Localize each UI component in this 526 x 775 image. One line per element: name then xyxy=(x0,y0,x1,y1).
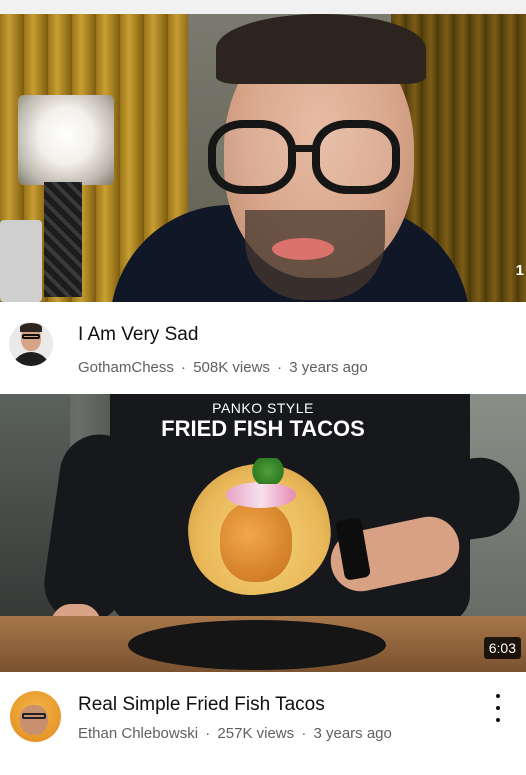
thumbnail-glasses-right xyxy=(312,120,400,194)
view-count: 508K views xyxy=(193,359,270,376)
video-meta-1: I Am Very Sad GothamChess · 508K views ·… xyxy=(0,302,526,394)
duration-badge: 6:03 xyxy=(483,637,521,659)
view-count: 257K views xyxy=(217,725,295,742)
thumbnail-slaw xyxy=(226,482,296,508)
video-feed: 1 I Am Very Sad GothamChess · 508K views… xyxy=(0,0,526,775)
thumbnail-fried-fish xyxy=(220,502,292,582)
video-title[interactable]: Real Simple Fried Fish Tacos xyxy=(78,694,325,716)
separator-dot: · xyxy=(181,359,187,376)
video-meta-2: Real Simple Fried Fish Tacos Ethan Chleb… xyxy=(0,672,526,775)
channel-avatar-ethan-chlebowski[interactable] xyxy=(10,691,61,742)
thumbnail-corner-text: 1 xyxy=(515,262,524,279)
thumbnail-top-band xyxy=(0,0,526,14)
upload-age: 3 years ago xyxy=(313,725,392,742)
thumbnail-lamp-shade xyxy=(18,95,114,185)
upload-age: 3 years ago xyxy=(289,359,368,376)
video-title[interactable]: I Am Very Sad xyxy=(78,324,198,346)
channel-avatar-gothamchess[interactable] xyxy=(9,322,53,366)
separator-dot: · xyxy=(205,725,211,742)
thumbnail-lamp-base xyxy=(44,182,82,297)
video-thumbnail-1[interactable]: 1 xyxy=(0,0,526,302)
thumbnail-glasses-bridge xyxy=(292,145,316,152)
video-subtitle: GothamChess · 508K views · 3 years ago xyxy=(78,359,368,376)
video-subtitle: Ethan Chlebowski · 257K views · 3 years … xyxy=(78,725,392,742)
channel-name[interactable]: Ethan Chlebowski xyxy=(78,725,198,742)
thumbnail-glasses-left xyxy=(208,120,296,194)
video-thumbnail-2[interactable]: PANKO STYLE FRIED FISH TACOS 6:03 xyxy=(0,394,526,672)
thumbnail-person-lip xyxy=(272,238,334,260)
thumbnail-chair xyxy=(0,220,42,302)
thumbnail-overlay-subtitle: PANKO STYLE xyxy=(212,400,314,416)
thumbnail-plate xyxy=(128,620,386,670)
thumbnail-person-hair xyxy=(216,14,426,84)
separator-dot: · xyxy=(277,359,283,376)
thumbnail-overlay-title: FRIED FISH TACOS xyxy=(161,416,365,441)
thumbnail-cilantro xyxy=(250,458,286,484)
separator-dot: · xyxy=(301,725,307,742)
channel-name[interactable]: GothamChess xyxy=(78,359,174,376)
vertical-ellipsis-icon[interactable] xyxy=(488,694,508,722)
